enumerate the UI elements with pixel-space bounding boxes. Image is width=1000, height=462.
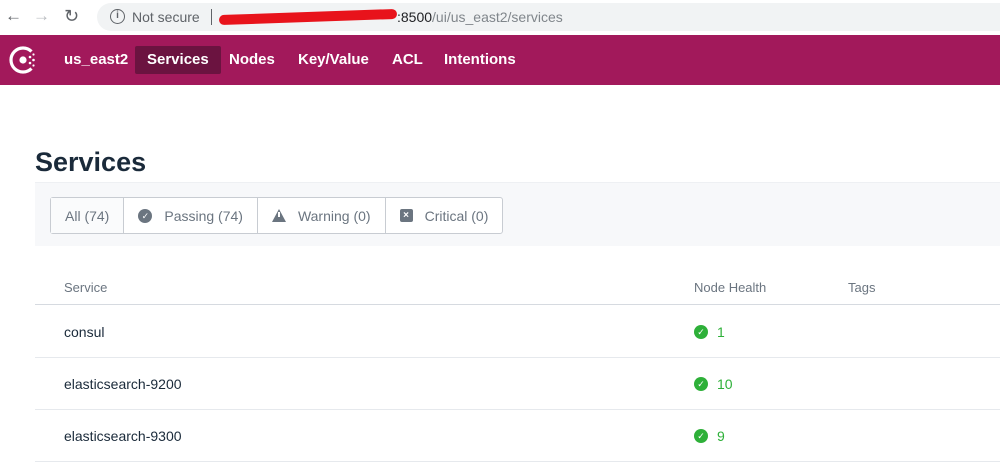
filter-bar: All (74) ✓ Passing (74) Warning (0) × Cr… — [35, 182, 1000, 246]
column-header-tags: Tags — [848, 280, 876, 295]
passing-count: 9 — [717, 428, 725, 444]
reload-icon[interactable]: ↻ — [64, 5, 79, 27]
services-table-header: Service Node Health Tags — [35, 270, 1000, 305]
table-row[interactable]: elasticsearch-9200 ✓ 10 — [35, 358, 1000, 410]
address-bar[interactable]: i Not secure :8500/ui/us_east2/services — [97, 3, 1000, 31]
browser-toolbar: ← → ↻ i Not secure :8500/ui/us_east2/ser… — [0, 0, 1000, 35]
nav-intentions[interactable]: Intentions — [432, 46, 528, 74]
filter-warning-label: Warning (0) — [297, 207, 371, 224]
x-square-icon: × — [399, 209, 413, 222]
nav-services[interactable]: Services — [135, 46, 221, 74]
filter-all-label: All (74) — [65, 207, 110, 224]
info-icon[interactable]: i — [110, 9, 125, 24]
check-circle-icon: ✓ — [694, 429, 708, 443]
back-arrow-icon[interactable]: ← — [5, 5, 22, 27]
passing-count: 10 — [717, 376, 733, 392]
security-indicator[interactable]: Not secure — [132, 8, 200, 26]
check-circle-icon: ✓ — [694, 325, 708, 339]
forward-arrow-icon[interactable]: → — [33, 5, 50, 27]
nav-acl[interactable]: ACL — [380, 46, 435, 74]
node-health: ✓ 1 — [694, 323, 725, 341]
filter-passing-button[interactable]: ✓ Passing (74) — [124, 198, 258, 233]
url-path: /ui/us_east2/services — [432, 9, 563, 25]
app-header: us_east2 Services Nodes Key/Value ACL In… — [0, 35, 1000, 85]
url-text[interactable]: :8500/ui/us_east2/services — [218, 8, 563, 26]
health-filter-group: All (74) ✓ Passing (74) Warning (0) × Cr… — [50, 197, 504, 234]
node-health: ✓ 9 — [694, 427, 725, 445]
filter-critical-label: Critical (0) — [424, 207, 489, 224]
redacted-hostname — [218, 9, 398, 26]
service-name[interactable]: elasticsearch-9300 — [64, 427, 182, 445]
nav-nodes[interactable]: Nodes — [217, 46, 287, 74]
check-circle-icon: ✓ — [138, 208, 153, 223]
node-health: ✓ 10 — [694, 375, 733, 393]
url-port: :8500 — [397, 9, 433, 25]
service-name[interactable]: consul — [64, 323, 104, 341]
column-header-service: Service — [64, 280, 108, 295]
table-row[interactable]: elasticsearch-9300 ✓ 9 — [35, 410, 1000, 462]
filter-all-button[interactable]: All (74) — [51, 198, 125, 233]
check-circle-icon: ✓ — [694, 377, 708, 391]
column-header-node-health: Node Health — [694, 280, 767, 295]
filter-warning-button[interactable]: Warning (0) — [258, 198, 386, 233]
datacenter-selector[interactable]: us_east2 — [64, 50, 128, 70]
filter-critical-button[interactable]: × Critical (0) — [386, 198, 503, 233]
service-name[interactable]: elasticsearch-9200 — [64, 375, 182, 393]
warning-triangle-icon — [271, 209, 286, 222]
passing-count: 1 — [717, 324, 725, 340]
consul-logo-icon[interactable] — [9, 46, 37, 74]
nav-key-value[interactable]: Key/Value — [286, 46, 381, 74]
omnibox-divider — [211, 9, 212, 25]
filter-passing-label: Passing (74) — [164, 207, 243, 224]
page-title: Services — [35, 147, 147, 177]
table-row[interactable]: consul ✓ 1 — [35, 306, 1000, 358]
